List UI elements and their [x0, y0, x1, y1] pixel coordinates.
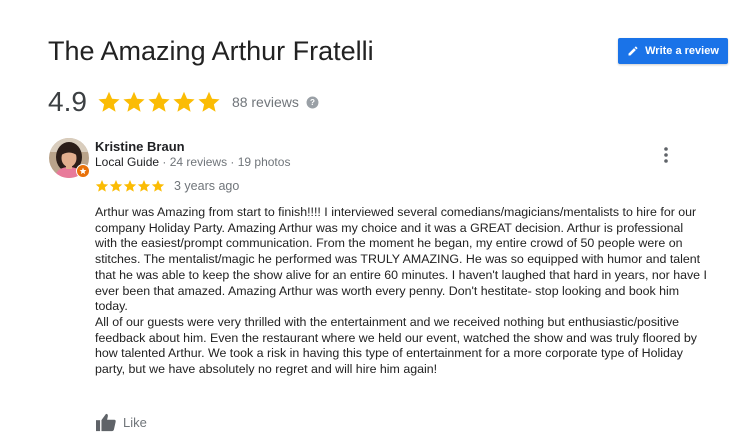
review-paragraph: Arthur was Amazing from start to finish!…	[95, 205, 707, 314]
like-button[interactable]: Like	[95, 412, 147, 432]
review-stars	[95, 179, 165, 193]
svg-text:?: ?	[310, 98, 315, 107]
review-paragraph: All of our guests were very thrilled wit…	[95, 314, 697, 377]
star-icon	[123, 180, 137, 192]
more-vertical-icon[interactable]	[660, 146, 672, 164]
thumbs-up-icon	[96, 413, 116, 432]
reviewer-avatar[interactable]	[49, 138, 90, 178]
write-review-label: Write a review	[645, 45, 719, 57]
local-guide-star-icon	[76, 164, 90, 178]
reviewer-meta: Local Guide · 24 reviews · 19 photos	[95, 155, 290, 169]
star-icon	[173, 91, 195, 112]
like-label: Like	[123, 414, 147, 430]
star-icon	[95, 180, 109, 192]
rating-stars	[97, 90, 221, 114]
pencil-icon	[628, 46, 638, 56]
star-icon	[198, 91, 220, 112]
star-icon	[123, 91, 145, 112]
star-icon	[151, 180, 165, 192]
review-count-link[interactable]: 88 reviews	[232, 94, 299, 110]
rating-summary: 4.9 88 reviews ?	[48, 86, 319, 118]
review-text: Arthur was Amazing from start to finish!…	[95, 205, 707, 378]
star-icon	[137, 180, 151, 192]
place-title: The Amazing Arthur Fratelli	[48, 36, 374, 66]
review-date: 3 years ago	[174, 179, 240, 193]
reviewer-stats: · 24 reviews · 19 photos	[159, 155, 291, 169]
average-rating: 4.9	[48, 86, 87, 117]
write-review-button[interactable]: Write a review	[618, 38, 728, 64]
question-icon[interactable]: ?	[306, 96, 319, 109]
local-guide-label: Local Guide	[95, 155, 160, 169]
star-icon	[98, 91, 120, 112]
reviewer-name[interactable]: Kristine Braun	[95, 139, 185, 154]
review-rating-row: 3 years ago	[95, 179, 239, 193]
star-icon	[148, 91, 170, 112]
star-icon	[109, 180, 123, 192]
